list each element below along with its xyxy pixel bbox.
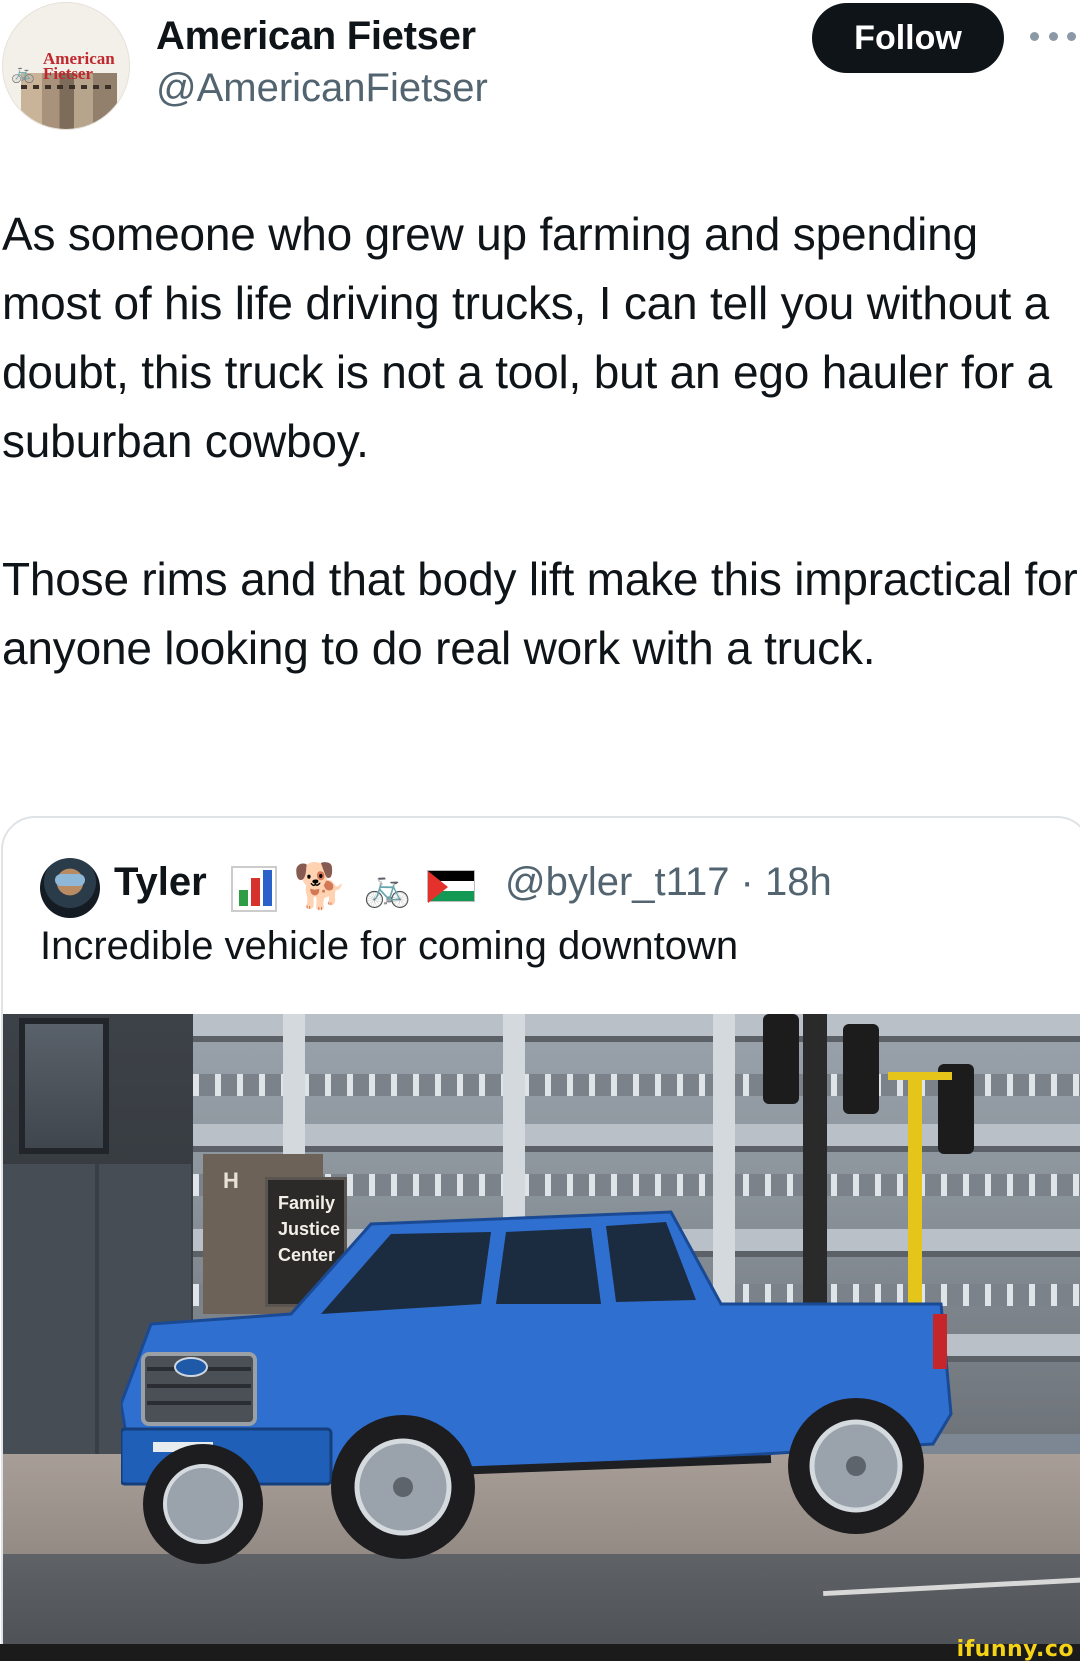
author-display-name[interactable]: American Fietser [156,14,476,59]
avatar-logo: American Fietser [43,50,115,83]
bicycle-emoji: 🚲 [363,865,412,909]
tweet-paragraph-2: Those rims and that body lift make this … [2,553,1078,674]
quoted-author-emojis: 🐕 🚲 [231,856,476,912]
dog-emoji: 🐕 [293,861,348,912]
quoted-handle-and-time[interactable]: @byler_t117 · 18h [505,860,832,905]
traffic-signal [763,1014,799,1104]
avatar-logo-line2: Fietser [43,64,94,83]
tweet-text: As someone who grew up farming and spend… [2,200,1078,683]
palestine-flag-emoji [427,870,476,903]
quoted-author-name[interactable]: Tyler [114,860,207,905]
bar-chart-emoji [231,866,277,912]
quoted-tweet-photo[interactable]: Family Justice Center [3,1014,1080,1661]
truck-illustration [121,1210,953,1564]
ifunny-watermark: ifunny.co [956,1637,1074,1661]
author-avatar[interactable]: 🚲 American Fietser [2,2,130,130]
author-handle[interactable]: @AmericanFietser [156,66,488,111]
quoted-tweet-text: Incredible vehicle for coming downtown [40,924,739,968]
blue-pickup-truck [121,1204,1021,1624]
quoted-author-avatar[interactable] [40,858,100,918]
bicycle-icon: 🚲 [11,62,35,84]
watermark-bar [0,1644,1080,1661]
more-horizontal-icon[interactable] [1030,16,1076,56]
tweet-paragraph-1: As someone who grew up farming and spend… [2,208,1053,467]
traffic-signal [843,1024,879,1114]
quoted-tweet-card[interactable]: Tyler 🐕 🚲 @byler_t117 · 18h Incredible v… [1,816,1080,1661]
follow-button[interactable]: Follow [812,3,1004,73]
tweet-post: 🚲 American Fietser American Fietser @Ame… [0,0,1080,1661]
